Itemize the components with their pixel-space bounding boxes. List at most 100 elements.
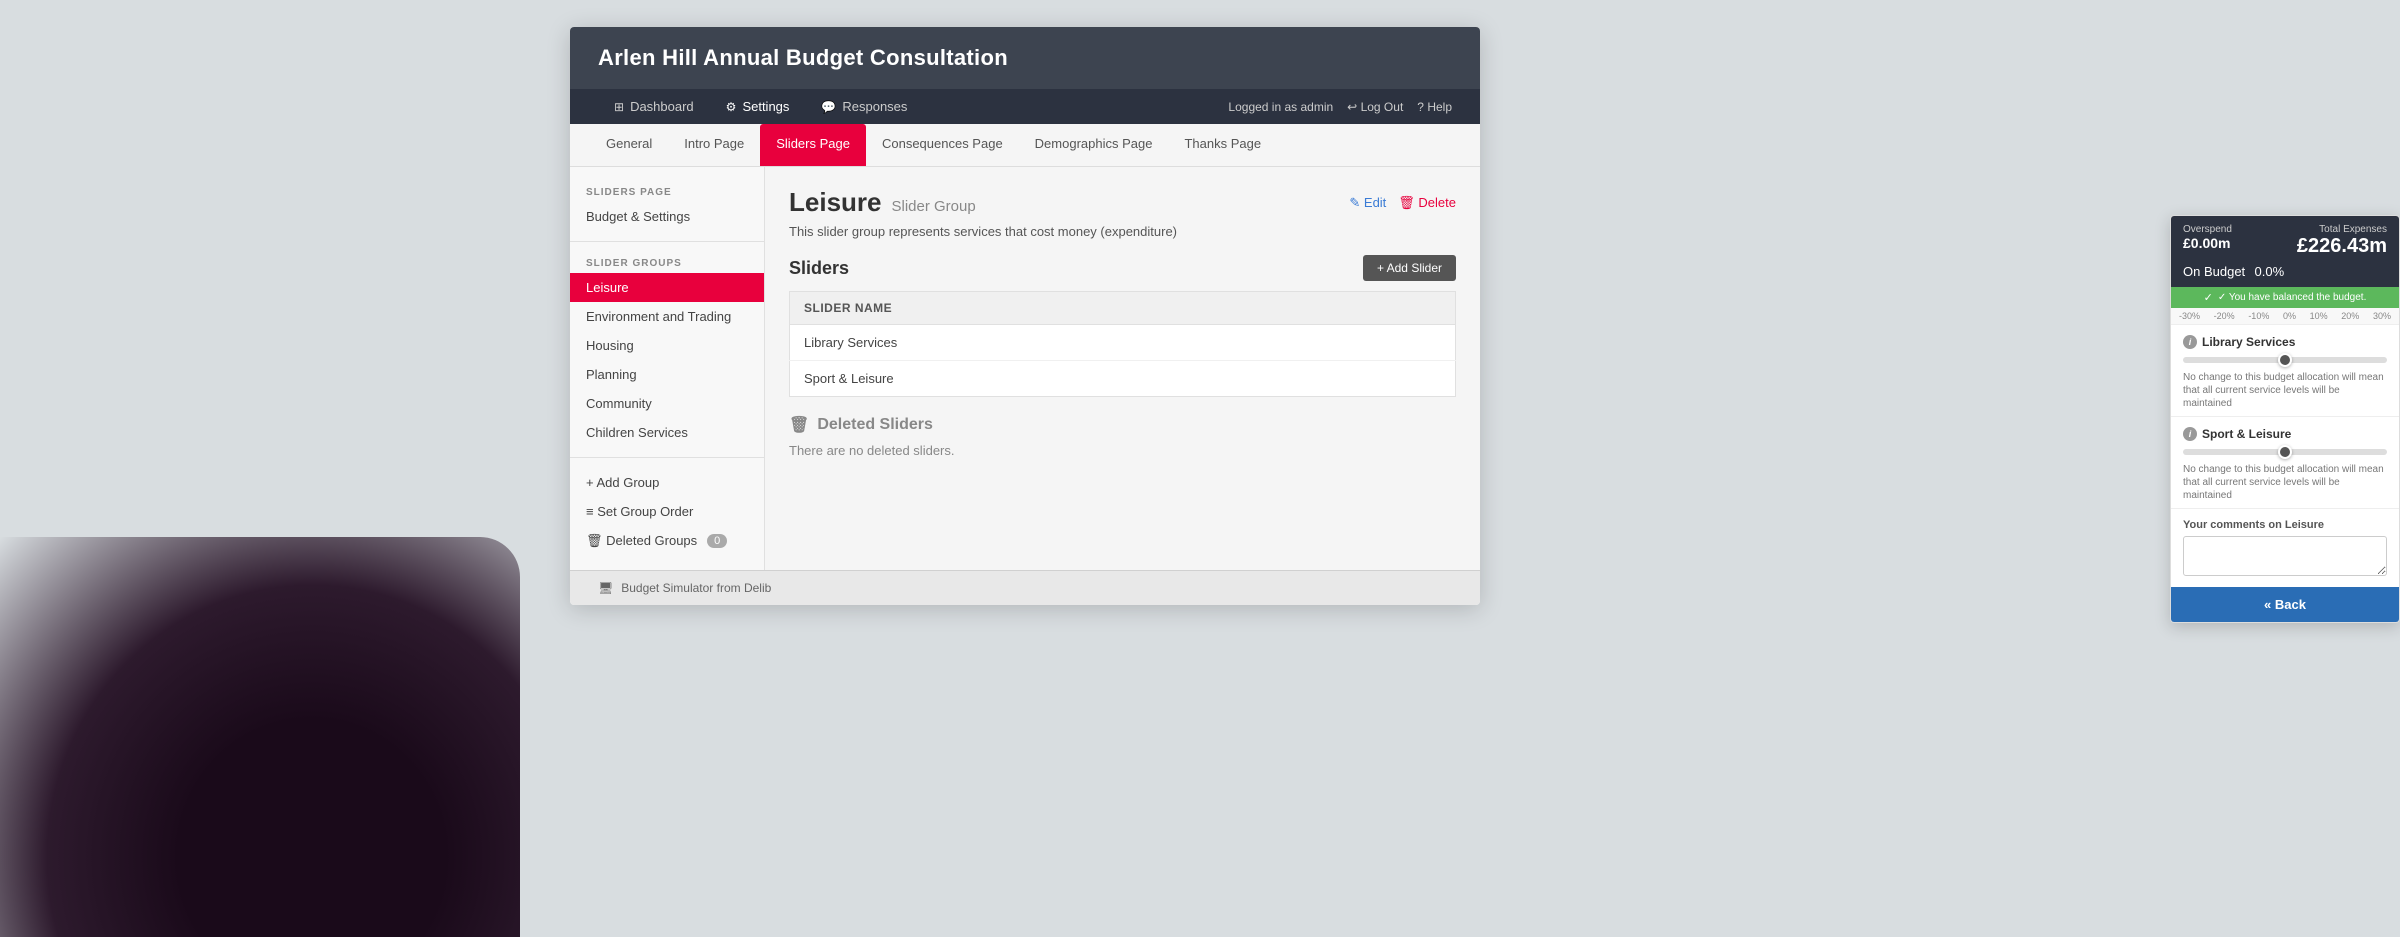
tab-intro[interactable]: Intro Page bbox=[668, 124, 760, 166]
sidebar-item-community[interactable]: Community bbox=[570, 389, 764, 418]
content-area: SLIDERS PAGE Budget & Settings SLIDER GR… bbox=[570, 167, 1480, 570]
sidebar-item-children[interactable]: Children Services bbox=[570, 418, 764, 447]
help-link[interactable]: ? Help bbox=[1417, 100, 1452, 114]
back-button[interactable]: « Back bbox=[2171, 587, 2399, 622]
overspend-value: £0.00m bbox=[2183, 235, 2232, 251]
grid-icon: ⊞ bbox=[614, 100, 624, 114]
slider-name-sport: Sport & Leisure bbox=[790, 361, 1456, 397]
sidebar-set-group-order[interactable]: ≡ Set Group Order bbox=[570, 497, 764, 526]
edit-link[interactable]: ✎ Edit bbox=[1349, 195, 1386, 211]
sport-slider-note: No change to this budget allocation will… bbox=[2183, 463, 2387, 502]
sidebar-item-housing[interactable]: Housing bbox=[570, 331, 764, 360]
comments-label: Your comments on Leisure bbox=[2183, 519, 2387, 531]
logged-in-label: Logged in as admin bbox=[1228, 100, 1333, 114]
app-header: Arlen Hill Annual Budget Consultation bbox=[570, 27, 1480, 89]
deleted-sliders-heading: 🗑 Deleted Sliders bbox=[789, 415, 1456, 435]
logout-icon: ↩ bbox=[1347, 100, 1357, 114]
budget-panel: Overspend £0.00m Total Expenses £226.43m… bbox=[2170, 215, 2400, 623]
responses-icon: 💬 bbox=[821, 100, 836, 114]
footer-label: Budget Simulator from Delib bbox=[621, 581, 771, 595]
tab-consequences[interactable]: Consequences Page bbox=[866, 124, 1019, 166]
sidebar: SLIDERS PAGE Budget & Settings SLIDER GR… bbox=[570, 167, 765, 570]
scale-label-2: -10% bbox=[2248, 311, 2269, 321]
nav-bar: ⊞ Dashboard ⚙ Settings 💬 Responses Logge… bbox=[570, 89, 1480, 124]
sidebar-item-budget-settings[interactable]: Budget & Settings bbox=[570, 202, 764, 231]
library-services-name: i Library Services bbox=[2183, 335, 2387, 349]
group-subtitle: Slider Group bbox=[892, 198, 976, 215]
tab-bar: General Intro Page Sliders Page Conseque… bbox=[570, 124, 1480, 167]
tab-demographics[interactable]: Demographics Page bbox=[1019, 124, 1169, 166]
nav-responses[interactable]: 💬 Responses bbox=[805, 89, 923, 124]
app-footer: 🖥 Budget Simulator from Delib bbox=[570, 570, 1480, 605]
page-heading: Leisure Slider Group ✎ Edit 🗑 Delete bbox=[789, 187, 1456, 218]
budget-balanced-bar: ✓ ✓ You have balanced the budget. bbox=[2171, 287, 2399, 308]
check-icon: ✓ bbox=[2204, 291, 2213, 304]
page-heading-left: Leisure Slider Group bbox=[789, 187, 976, 218]
total-expenses-value: £226.43m bbox=[2297, 235, 2387, 258]
library-services-section: i Library Services No change to this bud… bbox=[2171, 325, 2399, 417]
budget-simulator-icon: 🖥 bbox=[598, 581, 613, 595]
sidebar-divider-2 bbox=[570, 457, 764, 458]
sport-leisure-name: i Sport & Leisure bbox=[2183, 427, 2387, 441]
sidebar-add-group[interactable]: + Add Group bbox=[570, 468, 764, 497]
tab-sliders[interactable]: Sliders Page bbox=[760, 124, 866, 166]
trash-icon: 🗑 bbox=[789, 415, 809, 435]
sliders-heading: Sliders + Add Slider bbox=[789, 255, 1456, 281]
help-icon: ? bbox=[1417, 100, 1424, 114]
scale-label-0: -30% bbox=[2179, 311, 2200, 321]
budget-total-section: Total Expenses £226.43m bbox=[2297, 224, 2387, 258]
scale-label-6: 30% bbox=[2373, 311, 2391, 321]
scale-label-1: -20% bbox=[2214, 311, 2235, 321]
library-slider-note: No change to this budget allocation will… bbox=[2183, 371, 2387, 410]
sidebar-divider-1 bbox=[570, 241, 764, 242]
sidebar-item-environment[interactable]: Environment and Trading bbox=[570, 302, 764, 331]
budget-scale: -30% -20% -10% 0% 10% 20% 30% bbox=[2171, 308, 2399, 325]
nav-left: ⊞ Dashboard ⚙ Settings 💬 Responses bbox=[598, 89, 923, 124]
on-budget-label: On Budget bbox=[2183, 264, 2245, 279]
budget-panel-top: Overspend £0.00m Total Expenses £226.43m bbox=[2171, 216, 2399, 264]
sidebar-sliders-page-title: SLIDERS PAGE bbox=[570, 181, 764, 202]
nav-right: Logged in as admin ↩ Log Out ? Help bbox=[1228, 100, 1452, 114]
sidebar-slider-groups-title: SLIDER GROUPS bbox=[570, 252, 764, 273]
comments-section: Your comments on Leisure bbox=[2171, 509, 2399, 587]
scale-label-5: 20% bbox=[2341, 311, 2359, 321]
budget-overspend-section: Overspend £0.00m bbox=[2183, 224, 2232, 258]
total-expenses-label: Total Expenses bbox=[2297, 224, 2387, 235]
table-header-slider-name: Slider Name bbox=[790, 292, 1456, 325]
sport-slider-track[interactable] bbox=[2183, 449, 2387, 455]
sliders-title: Sliders bbox=[789, 258, 849, 279]
add-slider-button[interactable]: + Add Slider bbox=[1363, 255, 1456, 281]
scale-label-3: 0% bbox=[2283, 311, 2296, 321]
nav-settings[interactable]: ⚙ Settings bbox=[710, 89, 806, 124]
main-content: Leisure Slider Group ✎ Edit 🗑 Delete Thi… bbox=[765, 167, 1480, 570]
tab-thanks[interactable]: Thanks Page bbox=[1168, 124, 1277, 166]
action-links: ✎ Edit 🗑 Delete bbox=[1349, 195, 1456, 211]
sidebar-deleted-groups[interactable]: 🗑 Deleted Groups 0 bbox=[570, 526, 764, 556]
table-row: Library Services bbox=[790, 325, 1456, 361]
background-decoration bbox=[0, 537, 520, 937]
logout-link[interactable]: ↩ Log Out bbox=[1347, 100, 1403, 114]
settings-icon: ⚙ bbox=[726, 100, 737, 114]
nav-dashboard[interactable]: ⊞ Dashboard bbox=[598, 89, 710, 124]
deleted-groups-badge: 0 bbox=[707, 534, 727, 548]
sidebar-item-leisure[interactable]: Leisure bbox=[570, 273, 764, 302]
on-budget-section: On Budget 0.0% bbox=[2171, 264, 2399, 287]
library-slider-track[interactable] bbox=[2183, 357, 2387, 363]
slider-name-library: Library Services bbox=[790, 325, 1456, 361]
overspend-label: Overspend bbox=[2183, 224, 2232, 235]
library-slider-thumb[interactable] bbox=[2278, 353, 2292, 367]
tab-general[interactable]: General bbox=[590, 124, 668, 166]
on-budget-value: 0.0% bbox=[2255, 264, 2285, 279]
info-icon-library: i bbox=[2183, 335, 2197, 349]
app-title: Arlen Hill Annual Budget Consultation bbox=[598, 45, 1452, 71]
table-row: Sport & Leisure bbox=[790, 361, 1456, 397]
page-description: This slider group represents services th… bbox=[789, 224, 1456, 239]
sport-slider-thumb[interactable] bbox=[2278, 445, 2292, 459]
main-window: Arlen Hill Annual Budget Consultation ⊞ … bbox=[570, 27, 1480, 605]
delete-link[interactable]: 🗑 Delete bbox=[1398, 195, 1456, 211]
sport-leisure-section: i Sport & Leisure No change to this budg… bbox=[2171, 417, 2399, 509]
deleted-sliders-note: There are no deleted sliders. bbox=[789, 443, 1456, 458]
sidebar-item-planning[interactable]: Planning bbox=[570, 360, 764, 389]
group-name: Leisure bbox=[789, 187, 882, 218]
comments-input[interactable] bbox=[2183, 536, 2387, 576]
